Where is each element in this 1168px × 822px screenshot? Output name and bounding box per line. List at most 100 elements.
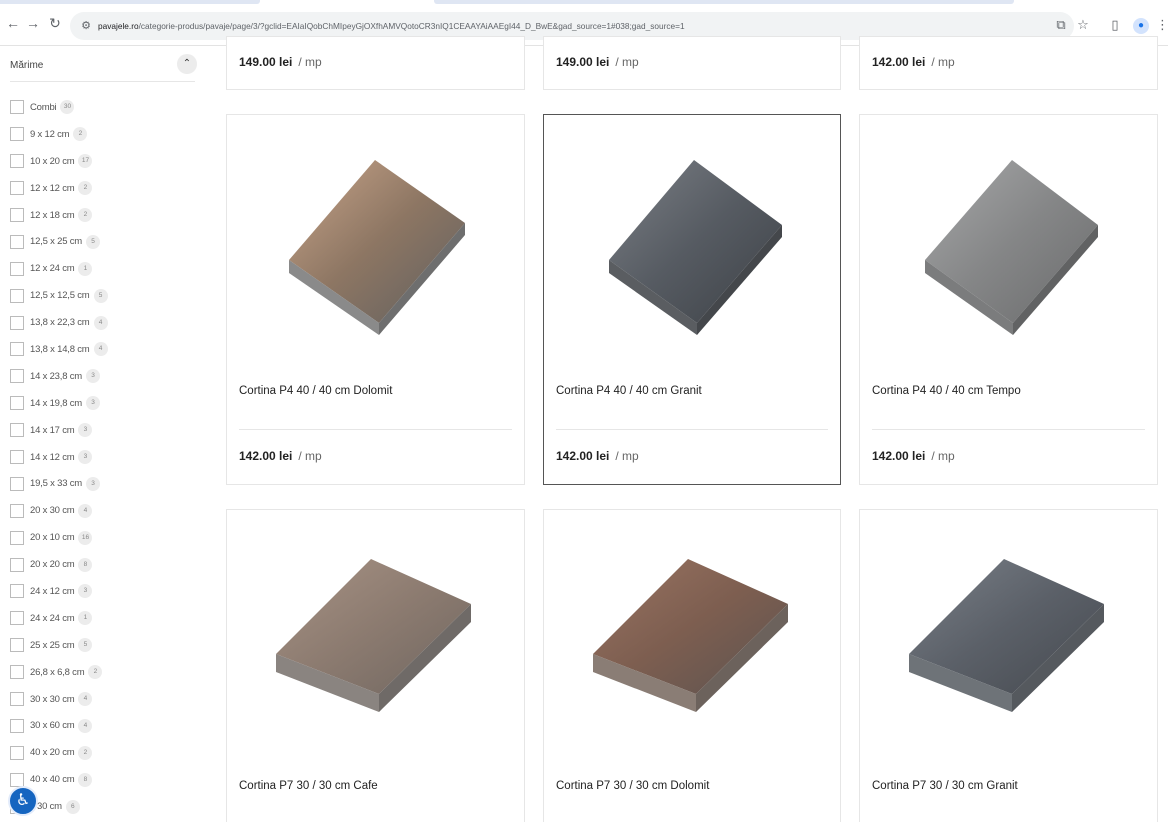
filter-option[interactable]: 26,8 x 6,8 cm 2 [10, 659, 200, 686]
filter-label[interactable]: 30 x 30 cm [30, 694, 75, 705]
filter-checkbox[interactable] [10, 718, 24, 733]
filter-checkbox[interactable] [10, 557, 24, 572]
filter-checkbox[interactable] [10, 342, 24, 357]
filter-checkbox[interactable] [10, 369, 24, 384]
filter-option[interactable]: 40 x 40 cm 8 [10, 766, 200, 793]
filter-option[interactable]: 12 x 24 cm 1 [10, 255, 200, 282]
product-card[interactable]: Cortina P4 40 / 40 cm Granit 142.00 lei /… [543, 114, 841, 485]
filter-checkbox[interactable] [10, 476, 24, 491]
filter-checkbox[interactable] [10, 423, 24, 438]
side-panel-icon[interactable]: ▯ [1106, 16, 1124, 34]
filter-checkbox[interactable] [10, 692, 24, 707]
filter-option[interactable]: 12,5 x 25 cm 5 [10, 228, 200, 255]
filter-label[interactable]: 14 x 12 cm [30, 452, 75, 463]
product-card[interactable]: Cortina P7 30 / 30 cm Dolomit [543, 509, 841, 822]
filter-option[interactable]: 30 x 30 cm 4 [10, 686, 200, 713]
filter-label[interactable]: 13,8 x 14,8 cm [30, 344, 90, 355]
filter-option[interactable]: 14 x 23,8 cm 3 [10, 363, 200, 390]
filter-option[interactable]: 13,8 x 14,8 cm 4 [10, 336, 200, 363]
filter-checkbox[interactable] [10, 665, 24, 680]
filter-checkbox[interactable] [10, 315, 24, 330]
filter-label[interactable]: 10 x 20 cm [30, 156, 75, 167]
product-card[interactable]: Cortina P4 40 / 40 cm Tempo 142.00 lei / … [859, 114, 1158, 485]
filter-label[interactable]: 12,5 x 12,5 cm [30, 290, 90, 301]
filter-checkbox[interactable] [10, 530, 24, 545]
filter-checkbox[interactable] [10, 584, 24, 599]
filter-option[interactable]: 20 x 10 cm 16 [10, 524, 200, 551]
filter-option[interactable]: 24 x 24 cm 1 [10, 605, 200, 632]
product-image[interactable] [894, 544, 1124, 724]
menu-kebab-icon[interactable]: ⋮ [1156, 16, 1168, 34]
filter-option[interactable]: 12 x 12 cm 2 [10, 175, 200, 202]
filter-label[interactable]: 25 x 25 cm [30, 640, 75, 651]
product-image[interactable] [584, 135, 804, 355]
filter-checkbox[interactable] [10, 261, 24, 276]
filter-option[interactable]: 9 x 12 cm 2 [10, 121, 200, 148]
chevron-up-icon[interactable]: ⌃ [177, 54, 197, 74]
back-arrow-icon[interactable]: ← [4, 14, 22, 32]
product-name[interactable]: Cortina P4 40 / 40 cm Granit [556, 385, 702, 397]
product-image[interactable] [578, 544, 808, 724]
filter-checkbox[interactable] [10, 450, 24, 465]
filter-label[interactable]: 20 x 30 cm [30, 505, 75, 516]
filter-label[interactable]: 26,8 x 6,8 cm [30, 667, 85, 678]
product-card[interactable]: Cortina P7 30 / 30 cm Cafe [226, 509, 525, 822]
product-card[interactable]: 142.00 lei / mp [859, 36, 1158, 90]
product-card[interactable]: 149.00 lei / mp [543, 36, 841, 90]
product-name[interactable]: Cortina P4 40 / 40 cm Dolomit [239, 385, 392, 397]
filter-label[interactable]: 30 x 60 cm [30, 720, 75, 731]
product-name[interactable]: Cortina P4 40 / 40 cm Tempo [872, 385, 1021, 397]
filter-checkbox[interactable] [10, 638, 24, 653]
filter-label[interactable]: 40 x 40 cm [30, 774, 75, 785]
filter-option[interactable]: 12,5 x 12,5 cm 5 [10, 282, 200, 309]
filter-label[interactable]: 14 x 23,8 cm [30, 371, 82, 382]
filter-option[interactable]: x 30 cm 6 [10, 793, 200, 820]
filter-label[interactable]: 13,8 x 22,3 cm [30, 317, 90, 328]
bookmark-star-icon[interactable]: ☆ [1074, 16, 1092, 34]
site-info-icon[interactable]: ⚙ [78, 18, 94, 34]
product-card[interactable]: Cortina P7 30 / 30 cm Granit [859, 509, 1158, 822]
filter-option[interactable]: 24 x 12 cm 3 [10, 578, 200, 605]
filter-option[interactable]: Combi 30 [10, 94, 200, 121]
filter-checkbox[interactable] [10, 611, 24, 626]
filter-label[interactable]: Combi [30, 102, 57, 113]
filter-label[interactable]: 12,5 x 25 cm [30, 236, 82, 247]
filter-option[interactable]: 12 x 18 cm 2 [10, 202, 200, 229]
product-name[interactable]: Cortina P7 30 / 30 cm Granit [872, 780, 1018, 792]
filter-label[interactable]: 9 x 12 cm [30, 129, 70, 140]
profile-avatar-icon[interactable]: ● [1133, 18, 1149, 34]
translate-icon[interactable]: ⧉ [1052, 16, 1070, 34]
product-name[interactable]: Cortina P7 30 / 30 cm Dolomit [556, 780, 709, 792]
filter-checkbox[interactable] [10, 234, 24, 249]
product-image[interactable] [267, 135, 487, 355]
filter-label[interactable]: 24 x 24 cm [30, 613, 75, 624]
filter-option[interactable]: 14 x 19,8 cm 3 [10, 390, 200, 417]
filter-option[interactable]: 30 x 60 cm 4 [10, 712, 200, 739]
filter-checkbox[interactable] [10, 772, 24, 787]
filter-option[interactable]: 13,8 x 22,3 cm 4 [10, 309, 200, 336]
filter-option[interactable]: 14 x 17 cm 3 [10, 417, 200, 444]
filter-label[interactable]: 19,5 x 33 cm [30, 478, 82, 489]
filter-checkbox[interactable] [10, 127, 24, 142]
filter-checkbox[interactable] [10, 396, 24, 411]
filter-option[interactable]: 20 x 30 cm 4 [10, 497, 200, 524]
reload-icon[interactable]: ↻ [46, 14, 64, 32]
url-text[interactable]: pavajele.ro/categorie-produs/pavaje/page… [98, 19, 1058, 33]
filter-label[interactable]: 24 x 12 cm [30, 586, 75, 597]
filter-option[interactable]: 25 x 25 cm 5 [10, 632, 200, 659]
product-card[interactable]: Cortina P4 40 / 40 cm Dolomit 142.00 lei… [226, 114, 525, 485]
filter-label[interactable]: 12 x 18 cm [30, 210, 75, 221]
product-image[interactable] [261, 544, 491, 724]
forward-arrow-icon[interactable]: → [24, 14, 42, 32]
filter-option[interactable]: 19,5 x 33 cm 3 [10, 470, 200, 497]
accessibility-icon[interactable]: ♿ [8, 786, 38, 816]
product-image[interactable] [900, 135, 1120, 355]
filter-checkbox[interactable] [10, 208, 24, 222]
filter-label[interactable]: 40 x 20 cm [30, 747, 75, 758]
filter-checkbox[interactable] [10, 181, 24, 196]
filter-label[interactable]: 14 x 17 cm [30, 425, 75, 436]
filter-checkbox[interactable] [10, 503, 24, 518]
filter-label[interactable]: 14 x 19,8 cm [30, 398, 82, 409]
filter-option[interactable]: 10 x 20 cm 17 [10, 148, 200, 175]
filter-option[interactable]: 14 x 12 cm 3 [10, 444, 200, 471]
